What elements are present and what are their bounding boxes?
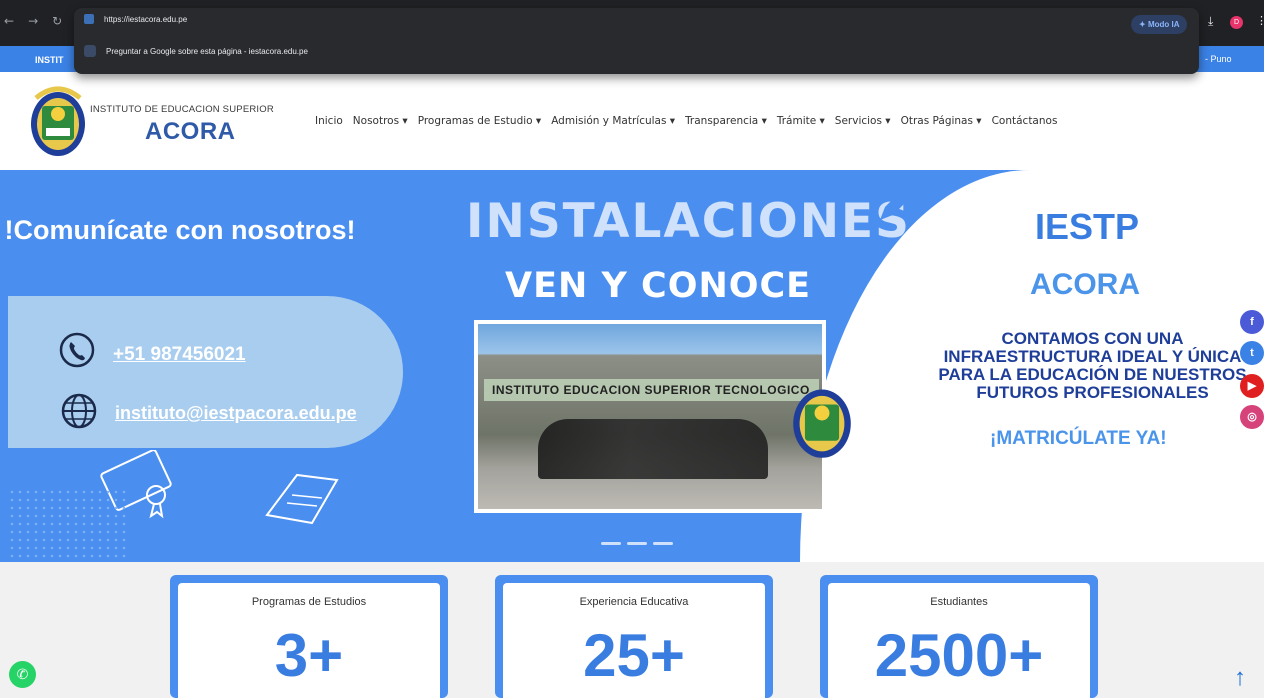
nav-nosotros[interactable]: Nosotros ▾ (353, 115, 408, 127)
site-favicon-icon (84, 14, 94, 24)
stat-value: 25+ (583, 622, 685, 689)
nav-admision[interactable]: Admisión y Matrículas ▾ (551, 115, 675, 127)
twitter-icon[interactable]: t (1240, 341, 1264, 365)
phone-link[interactable]: +51 987456021 (113, 344, 246, 366)
ask-google-suggestion[interactable]: Preguntar a Google sobre esta página - i… (84, 45, 308, 57)
instagram-icon[interactable]: ◎ (1240, 405, 1264, 429)
download-icon[interactable]: ⤓ (1208, 14, 1213, 29)
acora-heading: ACORA (1030, 268, 1140, 301)
slider-dot[interactable] (601, 542, 621, 545)
scroll-top-icon[interactable]: ↑ (1234, 664, 1246, 692)
youtube-icon[interactable]: ▶ (1240, 374, 1264, 398)
stat-value: 2500+ (874, 622, 1044, 689)
stat-card-body: Programas de Estudios 3+ (178, 583, 440, 698)
browser-nav: ← → ↻ (4, 14, 62, 28)
browser-menu-icon[interactable]: ⋮ (1256, 14, 1264, 27)
globe-icon (61, 393, 97, 429)
strip-right-text: - Puno (1205, 54, 1232, 64)
phone-icon (59, 332, 95, 368)
google-lens-icon (84, 45, 96, 57)
back-icon[interactable]: ← (4, 14, 14, 28)
slider-dot[interactable] (627, 542, 647, 545)
email-link[interactable]: instituto@iestpacora.edu.pe (115, 403, 357, 424)
stat-card-experiencia: Experiencia Educativa 25+ (495, 575, 773, 698)
stat-value: 3+ (274, 622, 344, 689)
decorative-dots (8, 488, 128, 558)
forward-icon[interactable]: → (28, 14, 38, 28)
building-sign: INSTITUTO EDUCACION SUPERIOR TECNOLOGICO (484, 379, 819, 401)
address-bar-dropdown[interactable]: https://iestacora.edu.pe Preguntar a Goo… (74, 8, 1199, 74)
suggestion-text[interactable]: Preguntar a Google sobre esta página - i… (106, 47, 308, 56)
iestp-heading: IESTP (1035, 206, 1140, 247)
book-icon (265, 473, 339, 525)
installations-title: INSTALACIONES (466, 194, 912, 249)
infrastructure-text: CONTAMOS CON UNA INFRAESTRUCTURA IDEAL Y… (938, 329, 1247, 402)
contact-title: !Comunícate con nosotros! (4, 215, 356, 245)
slider-dot[interactable] (653, 542, 673, 545)
stat-label: Experiencia Educativa (579, 596, 689, 608)
main-nav: Inicio Nosotros ▾ Programas de Estudio ▾… (315, 115, 1067, 127)
nav-transparencia[interactable]: Transparencia ▾ (685, 115, 767, 127)
brand-subtitle: INSTITUTO DE EDUCACION SUPERIOR (90, 104, 274, 115)
pencil-icon (880, 179, 921, 220)
site-header: INSTITUTO DE EDUCACION SUPERIOR ACORA In… (0, 72, 1264, 170)
nav-tramite[interactable]: Trámite ▾ (777, 115, 825, 127)
address-row[interactable]: https://iestacora.edu.pe (84, 14, 187, 24)
stat-label: Estudiantes (930, 596, 988, 608)
slider-indicators[interactable] (601, 542, 673, 545)
brand-name[interactable]: ACORA (145, 118, 236, 146)
group-photo-people (538, 419, 768, 479)
stat-card-body: Estudiantes 2500+ (828, 583, 1090, 698)
nav-servicios[interactable]: Servicios ▾ (835, 115, 891, 127)
nav-otras-paginas[interactable]: Otras Páginas ▾ (901, 115, 982, 127)
strip-left-text: INSTIT (35, 55, 64, 65)
nav-programas[interactable]: Programas de Estudio ▾ (418, 115, 542, 127)
institute-logo-icon[interactable] (28, 84, 88, 159)
stat-card-programas: Programas de Estudios 3+ (170, 575, 448, 698)
nav-contactanos[interactable]: Contáctanos (992, 115, 1058, 127)
nav-inicio[interactable]: Inicio (315, 115, 343, 127)
facebook-icon[interactable]: f (1240, 310, 1264, 334)
stat-card-estudiantes: Estudiantes 2500+ (820, 575, 1098, 698)
campus-photo: INSTITUTO EDUCACION SUPERIOR TECNOLOGICO (474, 320, 826, 513)
modo-ia-button[interactable]: ✦ Modo IA (1131, 15, 1188, 34)
whatsapp-icon[interactable]: ✆ (9, 661, 36, 688)
stat-card-body: Experiencia Educativa 25+ (503, 583, 765, 698)
photo-logo-icon (793, 389, 851, 458)
url-text[interactable]: https://iestacora.edu.pe (104, 15, 187, 24)
hero-slider[interactable]: !Comunícate con nosotros! +51 987456021 … (0, 170, 1264, 562)
reload-icon[interactable]: ↻ (52, 14, 62, 28)
enroll-callout[interactable]: ¡MATRICÚLATE YA! (990, 428, 1167, 450)
profile-avatar[interactable]: D (1230, 16, 1243, 29)
ven-conoce-title: VEN Y CONOCE (505, 266, 812, 306)
stat-label: Programas de Estudios (251, 596, 367, 608)
